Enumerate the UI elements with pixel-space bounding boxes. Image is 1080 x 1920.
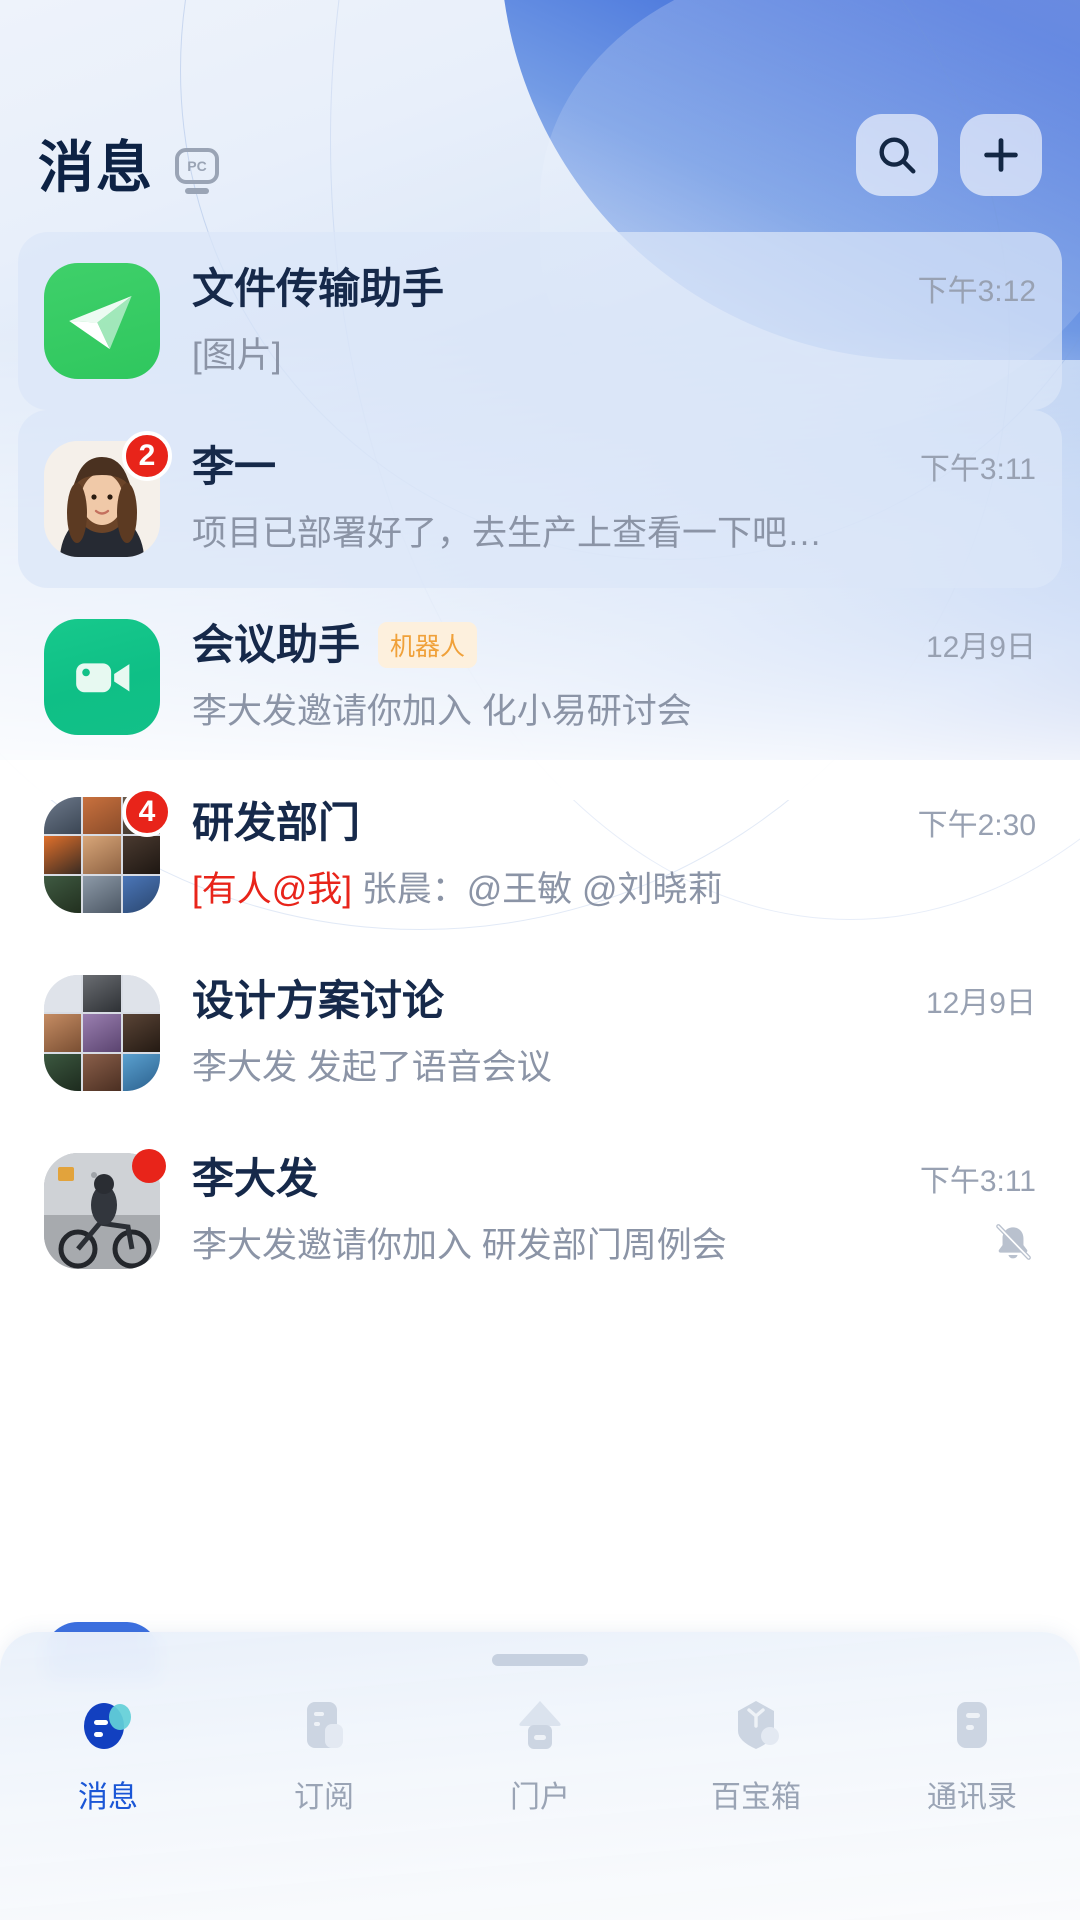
chat-timestamp: 下午3:11 [919,453,1036,486]
chat-list: 文件传输助手 [图片] 下午3:12 2 李一 项目已部署好了，去生产上查看一下… [0,232,1080,1632]
chat-title-line: 文件传输助手 [192,264,1036,314]
bottom-tab-bar: 消息 订阅 门户 百宝箱 通讯录 [0,1632,1080,1920]
tab-toolbox[interactable]: 百宝箱 [648,1692,864,1816]
chat-preview: 项目已部署好了，去生产上查看一下吧，这… [192,513,852,553]
chat-timestamp: 下午2:30 [917,809,1036,842]
svg-text:PC: PC [187,158,206,174]
chat-preview: [有人@我] 张晨：@王敏 @刘晓莉 [192,861,852,912]
chat-content: 文件传输助手 [图片] [192,264,1036,377]
avatar[interactable]: 2 [44,431,172,557]
chat-preview: 李大发 发起了语音会议 [192,1047,552,1087]
tab-label: 消息 [78,1781,138,1814]
feed-icon [291,1692,357,1758]
unread-dot-badge [132,1149,166,1183]
search-button[interactable] [856,114,938,196]
chat-meta: 12月9日 [926,978,1036,1088]
bell-slash-icon [996,1224,1031,1260]
avatar[interactable] [44,1149,166,1269]
tab-contacts[interactable]: 通讯录 [864,1692,1080,1816]
chat-name: 研发部门 [192,799,361,847]
pc-monitor-icon[interactable]: PC [174,148,220,196]
chat-meta: 下午3:11 [920,444,1036,554]
chat-preview-text: 张晨：@王敏 @刘晓莉 [361,869,723,909]
chat-preview: 李大发邀请你加入 化小易研讨会 [192,691,692,731]
unread-badge: 2 [122,431,172,481]
chat-preview: [图片] [192,335,282,375]
tab-label: 通讯录 [927,1781,1017,1814]
unread-badge: 4 [122,787,172,837]
chat-timestamp: 12月9日 [925,987,1036,1020]
chat-preview: 李大发邀请你加入 研发部门周例会 [192,1225,727,1265]
avatar[interactable] [44,619,160,735]
chat-timestamp: 下午3:12 [917,275,1036,308]
chat-title-line: 李一 [192,442,1036,492]
chat-title-line: 设计方案讨论 [192,976,1036,1026]
header-actions [856,114,1042,196]
video-camera-icon [44,619,160,735]
mute-slot [990,1216,1036,1266]
chat-title-line: 会议助手 机器人 [192,620,1036,670]
chat-row[interactable]: 李大发 李大发邀请你加入 研发部门周例会 下午3:11 [18,1122,1062,1300]
chat-name: 李一 [192,443,277,491]
search-icon [879,137,916,174]
chat-meta: 下午3:11 [920,1156,1036,1266]
title-group: 消息 PC [38,140,856,196]
chat-row[interactable]: 文件传输助手 [图片] 下午3:12 [18,232,1062,410]
tab-label: 门户 [510,1781,570,1814]
drag-handle[interactable] [492,1654,588,1666]
chat-content: 会议助手 机器人 李大发邀请你加入 化小易研讨会 [192,620,1036,733]
chat-content: 研发部门 [有人@我] 张晨：@王敏 @刘晓莉 [192,798,1036,911]
chat-row[interactable]: 2 李一 项目已部署好了，去生产上查看一下吧，这… 下午3:11 [18,410,1062,588]
chat-content: 李大发 李大发邀请你加入 研发部门周例会 [192,1154,1036,1267]
chat-timestamp: 12月9日 [925,631,1036,664]
tab-subscriptions[interactable]: 订阅 [216,1692,432,1816]
toolbox-icon [723,1692,789,1758]
app-header: 消息 PC [0,0,1080,228]
tab-label: 百宝箱 [711,1781,801,1814]
chat-meta: 下午3:12 [918,266,1036,376]
chat-title-line: 李大发 [192,1154,1036,1204]
chat-name: 李大发 [192,1155,319,1203]
paper-plane-icon [44,263,160,379]
chat-row[interactable]: 会议助手 机器人 李大发邀请你加入 化小易研讨会 12月9日 [18,588,1062,766]
chat-content: 设计方案讨论 李大发 发起了语音会议 [192,976,1036,1089]
tabs: 消息 订阅 门户 百宝箱 通讯录 [0,1692,1080,1816]
group-avatar-grid [44,975,160,1091]
avatar[interactable] [44,975,160,1091]
tab-portal[interactable]: 门户 [432,1692,648,1816]
chat-name: 文件传输助手 [192,265,445,313]
page-title: 消息 [38,136,154,199]
chat-title-line: 研发部门 [192,798,1036,848]
chat-meta: 下午2:30 [918,800,1036,910]
chat-name: 会议助手 [192,621,361,669]
contacts-icon [939,1692,1005,1758]
chat-bubble-icon [75,1692,141,1758]
avatar[interactable] [44,263,160,379]
plus-icon [984,138,1018,172]
chat-name: 设计方案讨论 [192,977,445,1025]
tab-messages[interactable]: 消息 [0,1692,216,1816]
chat-timestamp: 下午3:11 [919,1165,1036,1198]
mention-tag: [有人@我] [192,869,352,909]
home-portal-icon [507,1692,573,1758]
chat-row[interactable]: 设计方案讨论 李大发 发起了语音会议 12月9日 [18,944,1062,1122]
chat-meta: 12月9日 [926,622,1036,732]
add-button[interactable] [960,114,1042,196]
chat-row[interactable]: 4 研发部门 [有人@我] 张晨：@王敏 @刘晓莉 下午2:30 [18,766,1062,944]
tab-label: 订阅 [294,1781,354,1814]
chat-content: 李一 项目已部署好了，去生产上查看一下吧，这… [192,442,1036,555]
avatar[interactable]: 4 [44,787,172,913]
bot-tag: 机器人 [378,622,478,669]
